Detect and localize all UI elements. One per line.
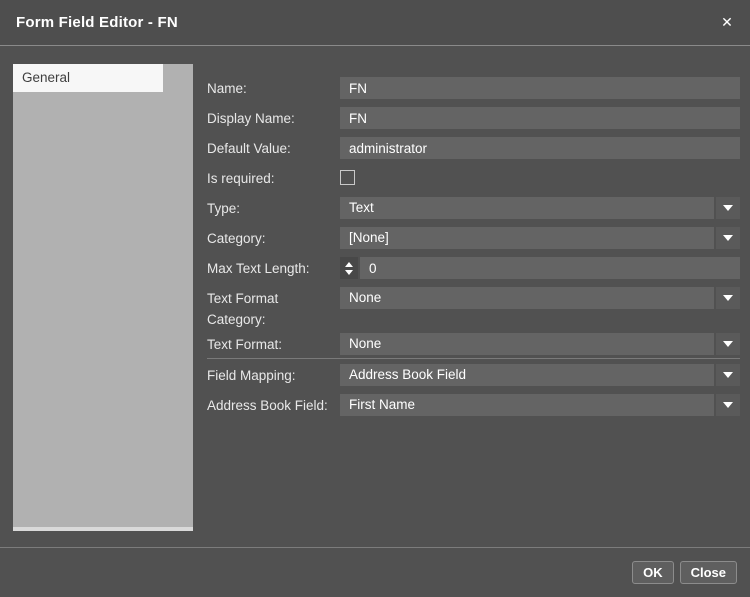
max-text-length-label: Max Text Length:: [207, 257, 340, 279]
display-name-row: Display Name:: [207, 107, 740, 129]
type-row: Type: Text: [207, 197, 740, 219]
type-label: Type:: [207, 197, 340, 219]
text-format-category-dropdown[interactable]: None: [340, 287, 740, 309]
display-name-input[interactable]: [340, 107, 740, 129]
close-icon[interactable]: ✕: [714, 9, 740, 35]
text-format-label: Text Format:: [207, 333, 340, 355]
chevron-down-icon[interactable]: [716, 287, 740, 309]
triangle-down-glyph: [723, 205, 733, 211]
address-book-field-dropdown-value: First Name: [340, 394, 714, 416]
field-mapping-dropdown[interactable]: Address Book Field: [340, 364, 740, 386]
text-format-dropdown[interactable]: None: [340, 333, 740, 355]
form-panel: Name: Display Name: Default Value: Is re…: [207, 77, 740, 424]
triangle-down-glyph: [723, 372, 733, 378]
chevron-down-icon[interactable]: [716, 394, 740, 416]
text-format-dropdown-value: None: [340, 333, 714, 355]
is-required-label: Is required:: [207, 167, 340, 189]
text-format-category-row: Text Format Category: None: [207, 287, 740, 330]
category-dropdown[interactable]: [None]: [340, 227, 740, 249]
triangle-down-glyph: [345, 270, 353, 275]
text-format-row: Text Format: None: [207, 333, 740, 355]
max-text-length-input[interactable]: [360, 257, 740, 279]
name-input[interactable]: [340, 77, 740, 99]
triangle-down-glyph: [723, 295, 733, 301]
address-book-field-label: Address Book Field:: [207, 394, 340, 416]
chevron-down-icon[interactable]: [716, 333, 740, 355]
address-book-field-dropdown[interactable]: First Name: [340, 394, 740, 416]
category-label: Category:: [207, 227, 340, 249]
chevron-down-icon[interactable]: [716, 364, 740, 386]
field-mapping-row: Field Mapping: Address Book Field: [207, 364, 740, 386]
triangle-down-glyph: [723, 402, 733, 408]
max-text-length-row: Max Text Length:: [207, 257, 740, 279]
display-name-label: Display Name:: [207, 107, 340, 129]
triangle-down-glyph: [723, 235, 733, 241]
type-dropdown-value: Text: [340, 197, 714, 219]
field-mapping-label: Field Mapping:: [207, 364, 340, 386]
field-mapping-dropdown-value: Address Book Field: [340, 364, 714, 386]
default-value-label: Default Value:: [207, 137, 340, 159]
chevron-down-icon[interactable]: [716, 227, 740, 249]
name-label: Name:: [207, 77, 340, 99]
address-book-field-row: Address Book Field: First Name: [207, 394, 740, 416]
category-row: Category: [None]: [207, 227, 740, 249]
sidebar-item-general[interactable]: General: [13, 64, 163, 92]
dialog-title: Form Field Editor - FN: [0, 14, 178, 31]
max-text-length-spinner: [340, 257, 740, 279]
triangle-down-glyph: [723, 341, 733, 347]
form-field-editor-dialog: Form Field Editor - FN ✕ General Name: D…: [0, 0, 750, 597]
name-row: Name:: [207, 77, 740, 99]
default-value-input[interactable]: [340, 137, 740, 159]
close-button[interactable]: Close: [680, 561, 737, 584]
dialog-titlebar: Form Field Editor - FN ✕: [0, 0, 750, 46]
dialog-footer: OK Close: [0, 547, 750, 597]
default-value-row: Default Value:: [207, 137, 740, 159]
text-format-category-label: Text Format Category:: [207, 287, 340, 330]
spinner-up-down-icon[interactable]: [340, 257, 358, 279]
chevron-down-icon[interactable]: [716, 197, 740, 219]
type-dropdown[interactable]: Text: [340, 197, 740, 219]
sidebar: General: [13, 64, 193, 531]
category-dropdown-value: [None]: [340, 227, 714, 249]
section-divider: [207, 358, 740, 359]
is-required-row: Is required:: [207, 167, 740, 189]
triangle-up-glyph: [345, 262, 353, 267]
ok-button[interactable]: OK: [632, 561, 674, 584]
is-required-checkbox[interactable]: [340, 170, 355, 185]
text-format-category-dropdown-value: None: [340, 287, 714, 309]
